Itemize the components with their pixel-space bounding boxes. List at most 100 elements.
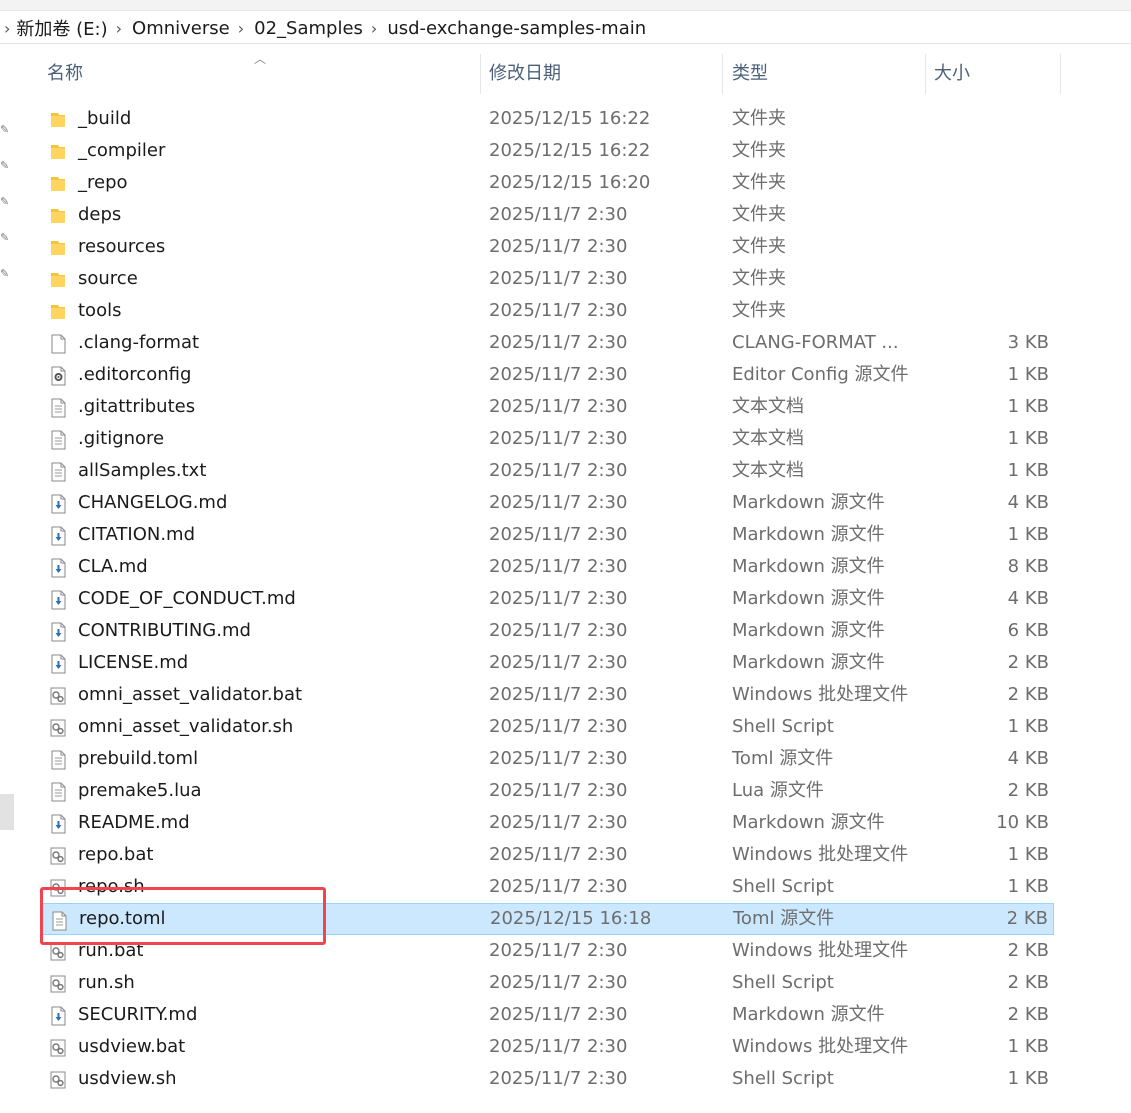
file-size: 1 KB [1007, 844, 1049, 865]
file-modified-date: 2025/11/7 2:30 [489, 748, 628, 769]
file-type: 文件夹 [732, 172, 786, 193]
file-row[interactable]: CHANGELOG.md 2025/11/7 2:30 Markdown 源文件 4 … [40, 487, 1054, 519]
file-row[interactable]: .editorconfig 2025/11/7 2:30 Editor Config… [40, 359, 1054, 391]
file-modified-date: 2025/11/7 2:30 [489, 236, 628, 257]
file-row[interactable]: _build 2025/12/15 16:22 文件夹 [40, 103, 1054, 135]
file-name: source [78, 268, 138, 289]
file-row[interactable]: LICENSE.md 2025/11/7 2:30 Markdown 源文件 2 KB [40, 647, 1054, 679]
file-row[interactable]: _compiler 2025/12/15 16:22 文件夹 [40, 135, 1054, 167]
file-name: CLA.md [78, 556, 148, 577]
breadcrumb-item-current-folder[interactable]: usd-exchange-samples-main [387, 18, 646, 39]
file-name: resources [78, 236, 166, 257]
breadcrumb-item-omniverse[interactable]: Omniverse [132, 18, 230, 39]
chevron-right-icon[interactable]: › [238, 19, 244, 38]
column-header-name[interactable]: 名称 [47, 48, 83, 100]
file-modified-date: 2025/11/7 2:30 [489, 940, 628, 961]
file-type: Shell Script [732, 716, 834, 737]
file-row[interactable]: omni_asset_validator.bat 2025/11/7 2:30 Wi… [40, 679, 1054, 711]
file-row[interactable]: CLA.md 2025/11/7 2:30 Markdown 源文件 8 KB [40, 551, 1054, 583]
file-size: 1 KB [1007, 1068, 1049, 1089]
file-type: Markdown 源文件 [732, 524, 885, 545]
file-modified-date: 2025/11/7 2:30 [489, 684, 628, 705]
breadcrumb: › 新加卷 (E:) › Omniverse › 02_Samples › us… [4, 15, 646, 41]
file-row[interactable]: CITATION.md 2025/11/7 2:30 Markdown 源文件 1 K… [40, 519, 1054, 551]
file-row[interactable]: .gitattributes 2025/11/7 2:30 文本文档 1 KB [40, 391, 1054, 423]
file-type: 文本文档 [732, 460, 804, 481]
file-row[interactable]: .clang-format 2025/11/7 2:30 CLANG-FORMAT … [40, 327, 1054, 359]
file-name: LICENSE.md [78, 652, 189, 673]
column-divider[interactable] [722, 54, 723, 94]
file-row[interactable]: repo.bat 2025/11/7 2:30 Windows 批处理文件 1 KB [40, 839, 1054, 871]
file-row[interactable]: CONTRIBUTING.md 2025/11/7 2:30 Markdown 源文… [40, 615, 1054, 647]
file-modified-date: 2025/11/7 2:30 [489, 268, 628, 289]
folder-icon [49, 301, 67, 321]
file-row[interactable]: README.md 2025/11/7 2:30 Markdown 源文件 10 KB [40, 807, 1054, 839]
file-modified-date: 2025/11/7 2:30 [489, 716, 628, 737]
file-type: 文件夹 [732, 108, 786, 129]
file-row[interactable]: omni_asset_validator.sh 2025/11/7 2:30 She… [40, 711, 1054, 743]
file-type: Windows 批处理文件 [732, 844, 909, 865]
file-row[interactable]: prebuild.toml 2025/11/7 2:30 Toml 源文件 4 KB [40, 743, 1054, 775]
column-divider[interactable] [925, 54, 926, 94]
file-type: Toml 源文件 [733, 908, 835, 929]
file-size: 6 KB [1007, 620, 1049, 641]
file-row[interactable]: allSamples.txt 2025/11/7 2:30 文本文档 1 KB [40, 455, 1054, 487]
breadcrumb-item-samples[interactable]: 02_Samples [254, 18, 363, 39]
chevron-right-icon[interactable]: › [4, 19, 10, 38]
file-row[interactable]: CODE_OF_CONDUCT.md 2025/11/7 2:30 Markdown… [40, 583, 1054, 615]
folder-icon [49, 109, 67, 129]
file-row[interactable]: run.sh 2025/11/7 2:30 Shell Script 2 KB [40, 967, 1054, 999]
text-file-icon [49, 781, 67, 802]
file-row[interactable]: .gitignore 2025/11/7 2:30 文本文档 1 KB [40, 423, 1054, 455]
file-type: Markdown 源文件 [732, 1004, 885, 1025]
file-type: Lua 源文件 [732, 780, 824, 801]
file-type: Markdown 源文件 [732, 588, 885, 609]
file-row[interactable]: _repo 2025/12/15 16:20 文件夹 [40, 167, 1054, 199]
file-modified-date: 2025/11/7 2:30 [489, 1068, 628, 1089]
file-row[interactable]: usdview.bat 2025/11/7 2:30 Windows 批处理文件 1 … [40, 1031, 1054, 1063]
file-size: 2 KB [1007, 940, 1049, 961]
file-size: 1 KB [1007, 396, 1049, 417]
column-divider[interactable] [480, 54, 481, 94]
file-row[interactable]: deps 2025/11/7 2:30 文件夹 [40, 199, 1054, 231]
file-type: Windows 批处理文件 [732, 684, 909, 705]
file-type: Editor Config 源文件 [732, 364, 909, 385]
file-row[interactable]: SECURITY.md 2025/11/7 2:30 Markdown 源文件 2 K… [40, 999, 1054, 1031]
folder-icon [49, 205, 67, 225]
file-type: 文件夹 [732, 268, 786, 289]
column-header-date[interactable]: 修改日期 [489, 48, 561, 100]
chevron-right-icon[interactable]: › [116, 19, 122, 38]
file-name: SECURITY.md [78, 1004, 198, 1025]
pin-icon: ✎ [0, 267, 10, 280]
file-name: _compiler [78, 140, 166, 161]
chevron-right-icon[interactable]: › [371, 19, 377, 38]
file-row[interactable]: usdview.sh 2025/11/7 2:30 Shell Script 1 KB [40, 1063, 1054, 1095]
pin-icon: ✎ [0, 195, 10, 208]
file-row[interactable]: source 2025/11/7 2:30 文件夹 [40, 263, 1054, 295]
file-row[interactable]: resources 2025/11/7 2:30 文件夹 [40, 231, 1054, 263]
highlight-annotation-box [40, 887, 326, 945]
column-header-size[interactable]: 大小 [934, 48, 970, 100]
file-row[interactable]: tools 2025/11/7 2:30 文件夹 [40, 295, 1054, 327]
address-bar[interactable]: › 新加卷 (E:) › Omniverse › 02_Samples › us… [0, 0, 1131, 44]
scrollbar-thumb[interactable] [0, 794, 14, 830]
file-name: CITATION.md [78, 524, 196, 545]
column-header-type[interactable]: 类型 [732, 48, 768, 100]
file-type: Markdown 源文件 [732, 812, 885, 833]
file-name: allSamples.txt [78, 460, 207, 481]
file-row[interactable]: premake5.lua 2025/11/7 2:30 Lua 源文件 2 KB [40, 775, 1054, 807]
column-divider[interactable] [1060, 54, 1061, 94]
text-file-icon [49, 749, 67, 770]
file-type: 文本文档 [732, 428, 804, 449]
file-name: README.md [78, 812, 190, 833]
file-name: CHANGELOG.md [78, 492, 228, 513]
file-modified-date: 2025/11/7 2:30 [489, 1036, 628, 1057]
file-type: Shell Script [732, 1068, 834, 1089]
file-modified-date: 2025/12/15 16:20 [489, 172, 651, 193]
file-name: usdview.sh [78, 1068, 177, 1089]
breadcrumb-item-drive[interactable]: 新加卷 (E:) [16, 15, 107, 41]
file-modified-date: 2025/11/7 2:30 [489, 204, 628, 225]
file-modified-date: 2025/11/7 2:30 [489, 364, 628, 385]
file-modified-date: 2025/11/7 2:30 [489, 812, 628, 833]
file-type: Markdown 源文件 [732, 556, 885, 577]
